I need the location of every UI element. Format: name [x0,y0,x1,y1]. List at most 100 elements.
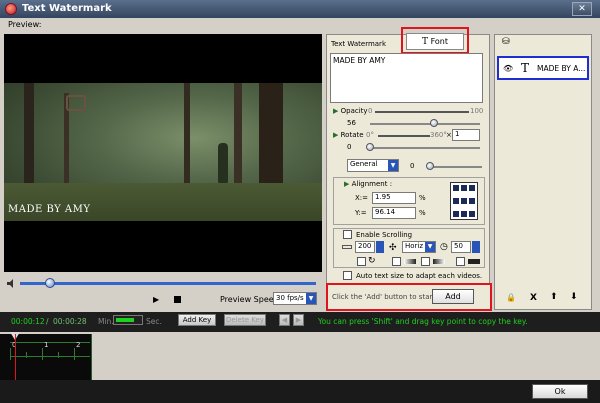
scroll-fade-in-checkbox[interactable] [421,257,430,266]
preview-speed-value: 30 fps/s [276,294,304,302]
speaker-icon[interactable] [7,279,17,288]
x-position-field[interactable]: 1.95 [372,192,416,204]
ruler-baseline [10,356,90,357]
time-separator: / [46,317,49,326]
general-select[interactable]: General ▼ [347,159,399,172]
align-middle-left[interactable] [453,198,459,204]
scroll-duration-field[interactable]: 50 [451,241,471,253]
fade-out-icon [404,259,416,264]
chevron-down-icon[interactable]: ▼ [388,160,398,171]
ruler-label: 1 [44,341,49,349]
highlight-font-tab [401,27,469,54]
auto-size-checkbox[interactable] [343,271,352,280]
scroll-duration-stepper[interactable] [472,241,480,253]
align-middle-right[interactable] [469,198,475,204]
move-down-icon[interactable]: ⬇ [570,292,578,302]
layer-item-label: MADE BY A... [537,64,586,73]
rotate-multiplier-symbol: × [446,131,452,139]
fade-in-icon [433,259,445,264]
delete-layer-button[interactable]: X [530,293,537,303]
rotate-slider-track[interactable] [378,135,430,137]
timeline-zoom-fill [116,318,134,322]
align-bottom-left[interactable] [453,211,459,217]
watermark-text-input[interactable]: MADE BY AMY [330,53,483,103]
y-label: Y:= [355,209,367,217]
y-unit: % [419,209,426,217]
ruler-tick [58,352,59,358]
align-bottom-right[interactable] [469,211,475,217]
add-key-button[interactable]: Add Key [178,314,216,326]
preview-label: Preview: [8,20,42,29]
opacity-slider-track[interactable] [375,111,469,113]
ok-button[interactable]: Ok [532,384,588,399]
ruler-tick [42,348,43,360]
rotate-slider[interactable] [370,147,480,149]
lock-icon[interactable]: 🔒 [506,293,516,302]
x-label: X:= [355,194,369,202]
timeline-hint: You can press 'Shift' and drag key point… [318,317,528,326]
general-slider-knob[interactable] [426,162,434,170]
opacity-value: 56 [347,119,356,127]
general-value: 0 [410,162,415,170]
eye-icon[interactable]: 👁 [503,64,513,73]
general-slider[interactable] [428,166,482,168]
y-position-field[interactable]: 96.14 [372,207,416,219]
align-top-center[interactable] [461,185,467,191]
rotate-label: ▶ Rotate [333,131,364,139]
app-icon [5,3,17,15]
move-up-icon[interactable]: ⬆ [550,292,558,302]
zoom-min-label: Min. [98,317,114,326]
text-layer-icon: T [521,61,530,75]
rotate-multiplier-stepper[interactable]: 1 [452,129,480,141]
alignment-grid[interactable] [450,182,478,220]
align-top-right[interactable] [469,185,475,191]
preview-speed-select[interactable]: 30 fps/s ▼ [273,292,317,305]
watermark-overlay: MADE BY AMY [8,204,91,215]
enable-scrolling-checkbox[interactable] [343,230,352,239]
ruler-tick [74,348,75,360]
scroll-loop-checkbox[interactable] [357,257,366,266]
opacity-max-label: 100 [470,107,484,115]
ruler-tick [26,352,27,358]
move-icon: ✣ [389,243,397,253]
stop-button[interactable] [174,296,181,303]
prev-key-button[interactable]: ◀ [279,314,290,326]
scroll-fade-checkbox[interactable] [392,257,401,266]
scroll-reverse-checkbox[interactable] [456,257,465,266]
clock-icon: ◷ [440,242,448,252]
highlight-add-button [326,283,492,311]
scroll-speed-field[interactable]: 200 [355,241,375,253]
x-unit: % [419,194,426,202]
close-button[interactable]: ✕ [572,2,592,16]
seek-thumb[interactable] [44,278,55,288]
rotate-value: 0 [347,143,352,151]
delete-key-button[interactable]: Delete Key [224,314,266,326]
align-top-left[interactable] [453,185,459,191]
play-button[interactable]: ▶ [153,295,159,304]
scroll-speed-stepper[interactable] [376,241,384,253]
scroll-direction-select[interactable]: Horiz ▼ [402,241,436,253]
chevron-down-icon[interactable]: ▼ [425,242,435,252]
ruler-label: 2 [76,341,81,349]
rotate-slider-knob[interactable] [366,143,374,151]
opacity-label: ▶ Opacity [333,107,368,115]
layer-item[interactable]: 👁 T MADE BY A... [497,56,589,80]
loop-icon: ↻ [368,256,376,266]
opacity-slider[interactable] [370,123,480,125]
opacity-slider-knob[interactable] [430,119,438,127]
rotate-min-label: 0° [366,131,374,139]
chevron-down-icon[interactable]: ▼ [306,293,316,304]
video-frame [4,83,322,221]
enable-scrolling-label: Enable Scrolling [356,231,413,239]
align-center[interactable] [461,198,467,204]
window-title: Text Watermark [22,3,112,14]
align-bottom-center[interactable] [461,211,467,217]
ruler-tick [10,348,11,360]
opacity-min-label: 0 [368,107,373,115]
playhead[interactable] [15,334,16,380]
tab-text-watermark[interactable]: Text Watermark [327,37,389,51]
next-key-button[interactable]: ▶ [293,314,304,326]
seek-track[interactable] [20,282,316,285]
layers-icon: ⛁ [502,37,510,47]
rotate-max-label: 360° [430,131,447,139]
